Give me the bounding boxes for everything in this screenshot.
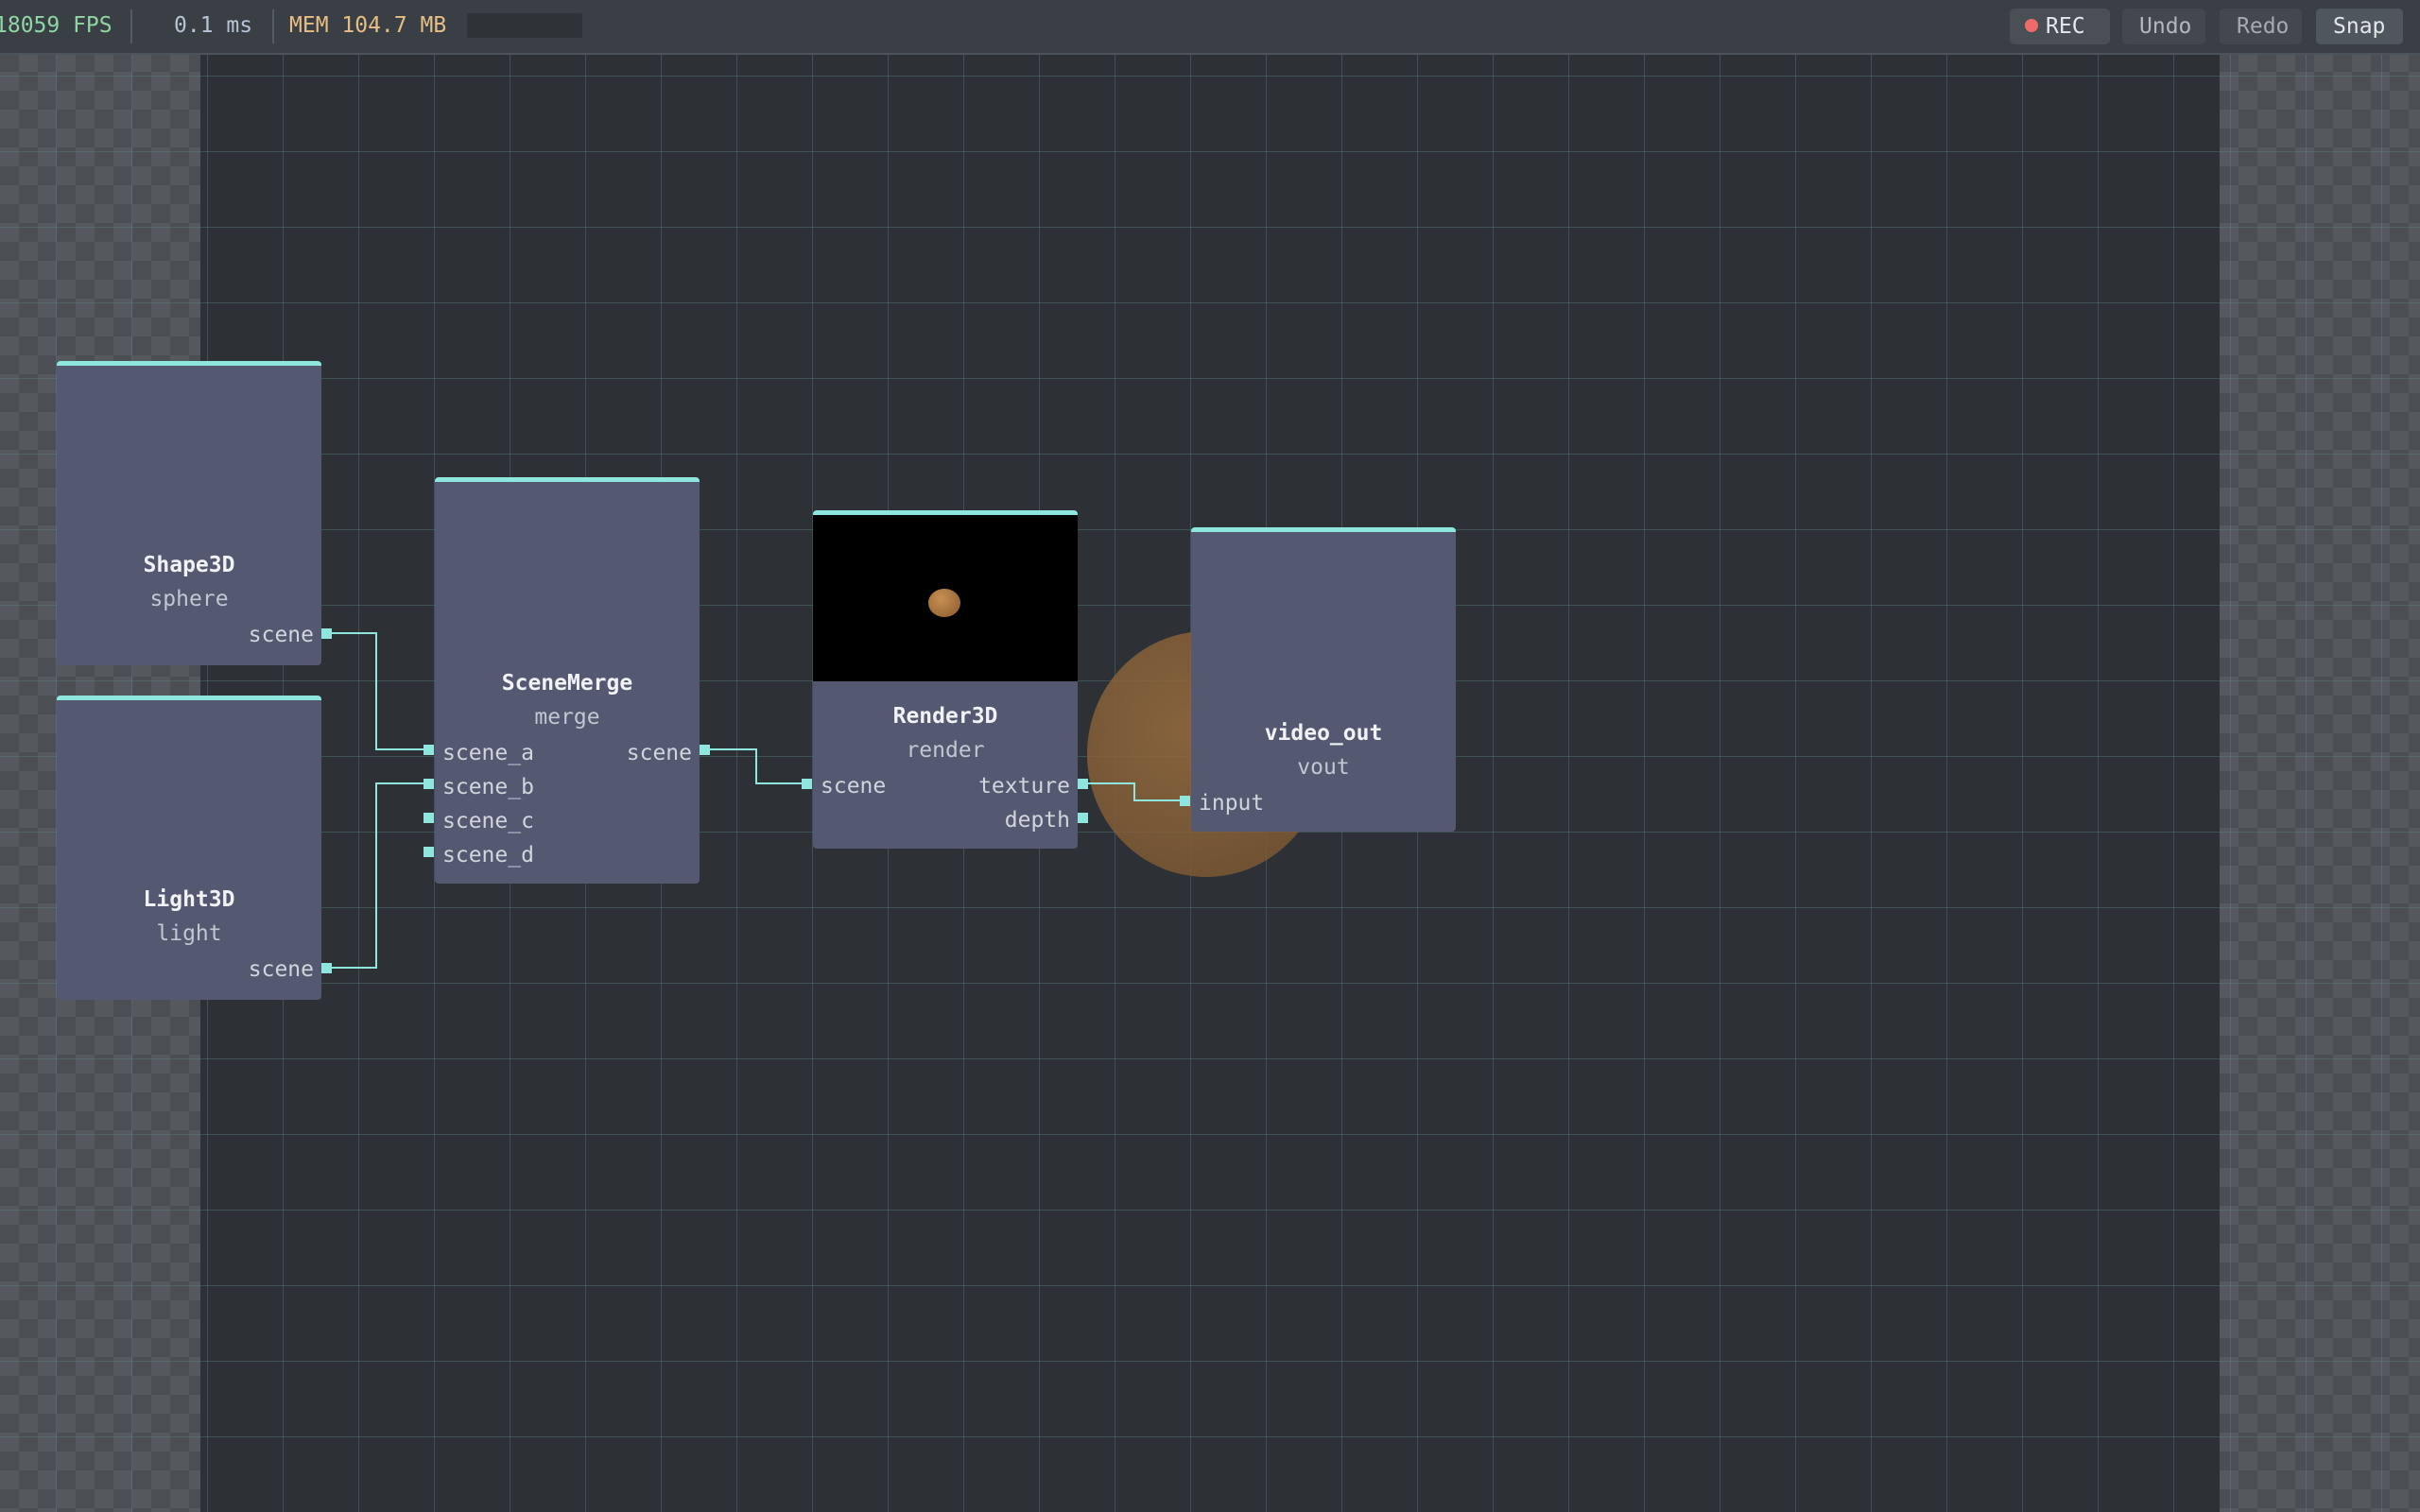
input-port-label-scene-c: scene_c (442, 809, 534, 833)
output-port-scene[interactable] (700, 745, 710, 755)
node-shape3d[interactable]: Shape3D sphere scene (57, 361, 321, 665)
toolbar-divider (130, 9, 132, 43)
input-port-scene-a[interactable] (424, 745, 434, 755)
input-port-scene-b[interactable] (424, 779, 434, 789)
memory-readout: MEM 104.7 MB (289, 13, 447, 38)
node-title: Shape3D (143, 553, 235, 577)
output-port-label-scene: scene (248, 623, 314, 647)
input-port-scene-d[interactable] (424, 847, 434, 857)
output-port-label-scene: scene (248, 957, 314, 982)
top-toolbar: 18059 FPS 0.1 ms MEM 104.7 MB REC Undo R… (0, 0, 2420, 55)
toolbar-divider (272, 9, 274, 43)
node-render3d[interactable]: Render3D render scene texture depth (813, 510, 1078, 849)
record-label: REC (2046, 14, 2085, 39)
record-dot-icon (2025, 19, 2038, 32)
node-subtitle: sphere (149, 587, 229, 611)
snap-button[interactable]: Snap (2316, 9, 2403, 44)
node-light3d[interactable]: Light3D light scene (57, 696, 321, 1000)
input-port-label-scene-d: scene_d (442, 843, 534, 868)
node-title: SceneMerge (501, 671, 633, 696)
render-preview (813, 515, 1078, 681)
node-title: Render3D (892, 704, 998, 729)
undo-button[interactable]: Undo (2122, 9, 2205, 44)
preview-sphere (928, 589, 960, 617)
input-port-label-scene-a: scene_a (442, 741, 534, 765)
node-subtitle: vout (1297, 755, 1350, 780)
output-port-texture[interactable] (1078, 779, 1088, 789)
input-port-scene-c[interactable] (424, 813, 434, 823)
output-port-scene[interactable] (321, 628, 332, 639)
output-port-scene[interactable] (321, 963, 332, 973)
node-scenemerge[interactable]: SceneMerge merge scene_a scene_b scene_c… (435, 477, 700, 884)
input-port-label-scene-b: scene_b (442, 775, 534, 799)
grid-overlay-right (2220, 53, 2420, 1512)
frame-time-readout: 0.1 ms (174, 13, 253, 38)
node-title: Light3D (143, 887, 235, 912)
input-port-input[interactable] (1180, 796, 1190, 806)
node-subtitle: light (156, 921, 222, 946)
output-port-label-scene: scene (626, 741, 692, 765)
output-port-label-texture: texture (978, 774, 1070, 799)
record-button[interactable]: REC (2010, 9, 2110, 44)
output-port-depth[interactable] (1078, 813, 1088, 823)
output-port-label-depth: depth (1004, 808, 1070, 833)
memory-bar (467, 13, 582, 38)
redo-button[interactable]: Redo (2220, 9, 2302, 44)
node-title: video_out (1264, 721, 1383, 746)
node-subtitle: merge (534, 705, 600, 730)
input-port-label-scene: scene (821, 774, 887, 799)
node-video-out[interactable]: video_out vout input (1191, 527, 1456, 832)
input-port-scene[interactable] (802, 779, 812, 789)
node-subtitle: render (906, 738, 985, 763)
input-port-label-input: input (1199, 791, 1265, 816)
fps-counter: 18059 FPS (0, 13, 112, 38)
